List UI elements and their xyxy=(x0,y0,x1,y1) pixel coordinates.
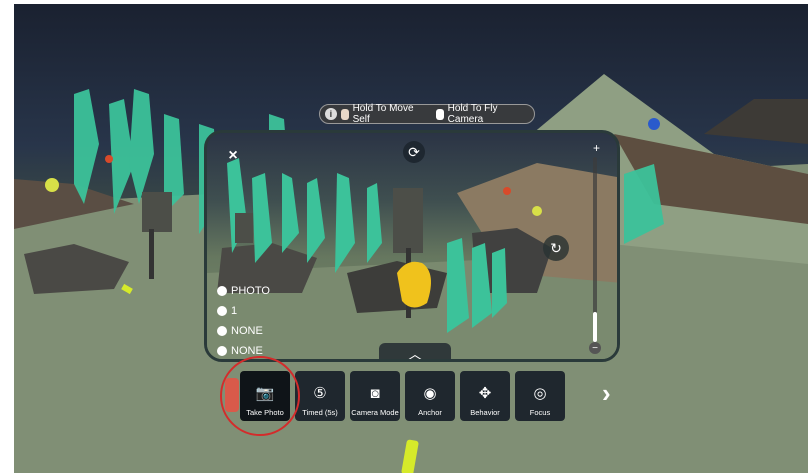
pin-icon xyxy=(217,306,227,316)
zoom-slider-fill xyxy=(593,312,597,342)
aperture-icon xyxy=(217,326,227,336)
behavior-label: Behavior xyxy=(470,408,500,417)
move-icon: ✥ xyxy=(478,385,492,402)
behavior-button[interactable]: ✥ Behavior xyxy=(460,371,510,421)
zoom-plus-icon[interactable]: + xyxy=(593,141,600,155)
camera-viewfinder: × ⟳ + − ↻ ︿ PHOTO 1 NONE NONE xyxy=(204,130,620,362)
status-count-label: 1 xyxy=(231,305,238,317)
hint-move-label: Hold To Move Self xyxy=(352,103,414,125)
toggle-icon xyxy=(217,346,227,356)
highlight-circle xyxy=(220,356,300,436)
focus-icon: ◎ xyxy=(533,385,547,402)
anchor-label: Anchor xyxy=(418,408,442,417)
camera-status-list: PHOTO 1 NONE NONE xyxy=(217,281,270,359)
status-filter-label: NONE xyxy=(231,325,263,337)
hand-icon xyxy=(435,108,444,120)
status-mode-label: PHOTO xyxy=(231,285,270,297)
expand-chevron-icon[interactable]: ︿ xyxy=(379,343,451,359)
timer-icon: ⑤ xyxy=(313,385,327,402)
hand-icon xyxy=(340,108,349,120)
switch-camera-icon[interactable]: ⟳ xyxy=(403,141,425,163)
camera-mode-label: Camera Mode xyxy=(351,408,399,417)
3d-scene: i Hold To Move Self Hold To Fly Camera ×… xyxy=(14,4,808,473)
camera-mode-button[interactable]: ◙ Camera Mode xyxy=(350,371,400,421)
info-icon: i xyxy=(325,108,337,120)
focus-label: Focus xyxy=(529,408,551,417)
timed-button[interactable]: ⑤ Timed (5s) xyxy=(295,371,345,421)
camera-icon xyxy=(217,286,227,296)
hint-fly-label: Hold To Fly Camera xyxy=(447,103,498,125)
close-icon[interactable]: × xyxy=(225,147,241,164)
zoom-minus-icon[interactable]: − xyxy=(589,342,601,354)
status-count: 1 xyxy=(217,301,270,321)
timed-label: Timed (5s) xyxy=(302,408,338,417)
focus-button[interactable]: ◎ Focus xyxy=(515,371,565,421)
status-filter: NONE xyxy=(217,321,270,341)
camera-mode-icon: ◙ xyxy=(370,384,380,402)
status-mode: PHOTO xyxy=(217,281,270,301)
anchor-icon: ◉ xyxy=(423,385,437,402)
next-arrow-icon[interactable]: › xyxy=(602,378,611,409)
controls-hint-pill: i Hold To Move Self Hold To Fly Camera xyxy=(319,103,535,125)
zoom-slider[interactable] xyxy=(593,157,597,342)
reset-icon[interactable]: ↻ xyxy=(543,235,569,261)
anchor-button[interactable]: ◉ Anchor xyxy=(405,371,455,421)
